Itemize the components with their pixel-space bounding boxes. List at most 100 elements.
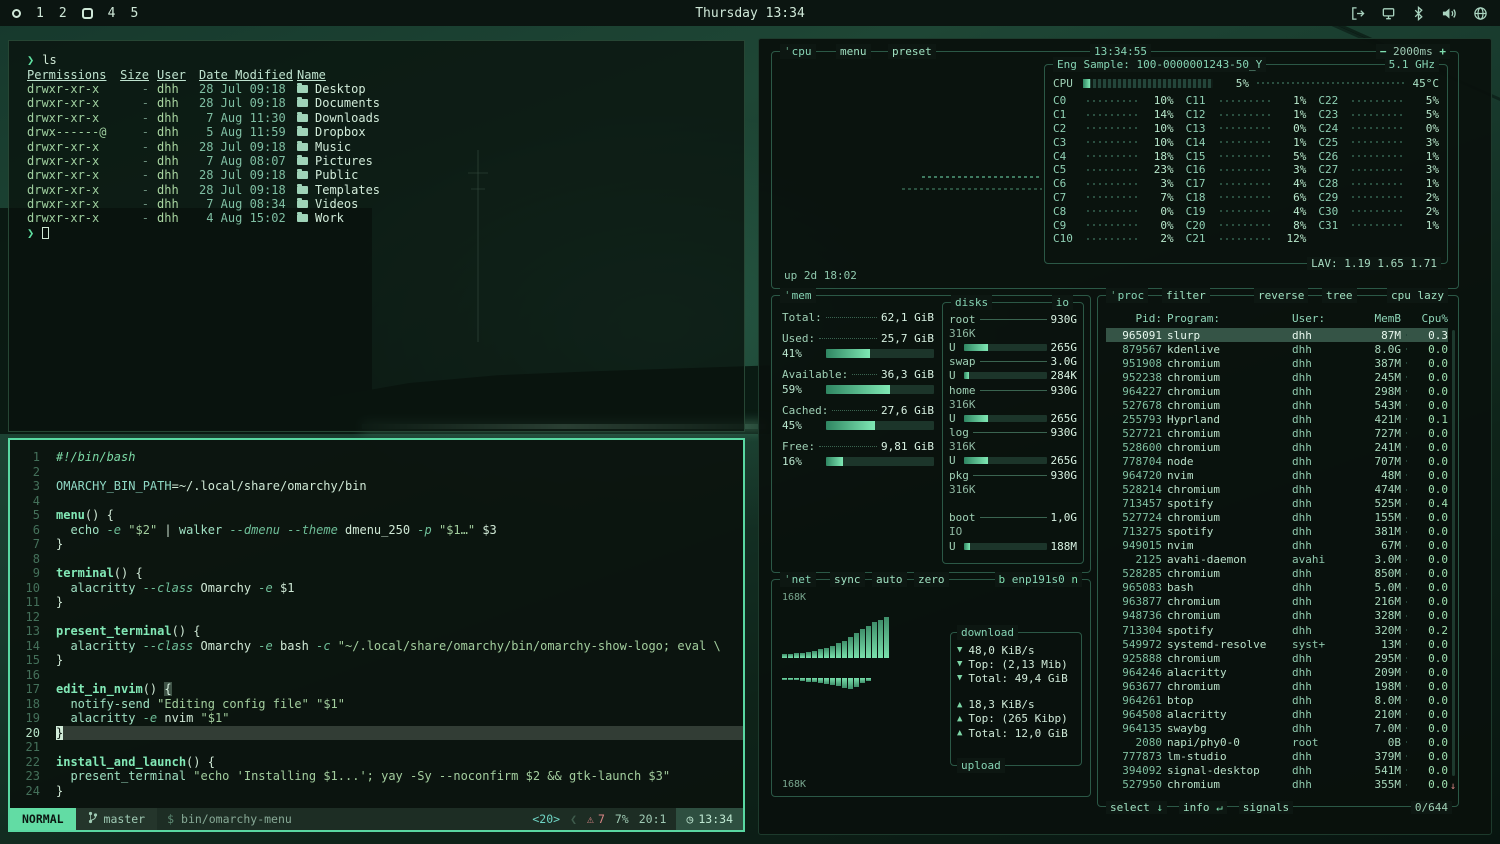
proc-box-title: 'proc [1106, 288, 1148, 303]
proc-header-program[interactable]: Program: [1167, 312, 1287, 325]
net-zero-button[interactable]: zero [914, 572, 949, 587]
net-sync-button[interactable]: sync [830, 572, 865, 587]
process-row[interactable]: 255793Hyprlanddhh421M0.1 [1106, 412, 1448, 426]
process-row[interactable]: 963677chromiumdhh198M0.0 [1106, 679, 1448, 693]
process-row[interactable]: 527724chromiumdhh155M0.0 [1106, 511, 1448, 525]
select-button[interactable]: select ↓ [1106, 801, 1167, 814]
terminal-window[interactable]: ❯ ls Permissions Size User Date Modified… [8, 40, 745, 432]
cpu-core-row: C235% [1318, 108, 1439, 122]
statusline-right: <20> ❮ ⚠ 7 7% 20:1 ◷ 13:34 [532, 808, 743, 830]
disk-row: 316K [949, 397, 1077, 411]
process-row[interactable]: 964720nvimdhh48M0.0 [1106, 468, 1448, 482]
bluetooth-icon[interactable] [1412, 6, 1425, 21]
process-row[interactable]: 713304spotifydhh320M0.2 [1106, 623, 1448, 637]
proc-filter-button[interactable]: filter [1162, 288, 1210, 303]
cpu-core-row: C155% [1186, 149, 1307, 163]
signals-button[interactable]: signals [1239, 801, 1293, 814]
proc-scrollbar[interactable] [1452, 330, 1455, 776]
proc-header-row: Pid: Program: User: MemB Cpu% [1106, 310, 1448, 326]
upload-stats: ▲18,3 KiB/s▲Top: (265 Kibp)▲Total: 12,0 … [957, 698, 1075, 741]
process-row[interactable]: 879567kdenlivedhh8.0G0.0 [1106, 342, 1448, 356]
folder-icon [297, 171, 308, 179]
editor-line: 5menu() { [10, 508, 743, 523]
disks-title[interactable]: disks [951, 295, 992, 310]
language-globe-icon[interactable] [1473, 6, 1488, 21]
terminal-cursor[interactable] [42, 227, 49, 239]
disk-row: boot1,0G [949, 511, 1077, 525]
process-row[interactable]: 549972systemd-resolvesyst+13M0.0 [1106, 637, 1448, 651]
memory-meter [826, 457, 934, 466]
proc-sort-selector[interactable]: cpu lazy [1387, 288, 1448, 303]
proc-header-pid[interactable]: Pid: [1106, 312, 1162, 325]
proc-tree-button[interactable]: tree [1322, 288, 1357, 303]
process-row[interactable]: 713457spotifydhh525M0.4 [1106, 497, 1448, 511]
proc-header-cpu[interactable]: Cpu% [1412, 312, 1448, 325]
process-row[interactable]: 964135swaybgdhh7.0M0.0 [1106, 721, 1448, 735]
workspace-4[interactable]: 4 [108, 6, 116, 21]
editor-window[interactable]: 1#!/bin/bash23OMARCHY_BIN_PATH=~/.local/… [8, 438, 745, 832]
cpu-total-meter [1083, 79, 1213, 88]
process-row[interactable]: 2080napi/phy0-0root0B0.0 [1106, 735, 1448, 749]
terminal-output: ❯ ls Permissions Size User Date Modified… [9, 41, 744, 240]
prompt-icon: ❯ [27, 53, 34, 67]
process-row[interactable]: 964246alacrittydhh209M0.0 [1106, 665, 1448, 679]
process-row[interactable]: 777873lm-studiodhh379M0.0 [1106, 749, 1448, 763]
process-row[interactable]: 964227chromiumdhh298M0.0 [1106, 384, 1448, 398]
workspace-square[interactable] [82, 8, 93, 19]
process-row[interactable]: 952238chromiumdhh245M0.0 [1106, 370, 1448, 384]
editor-buffer[interactable]: 1#!/bin/bash23OMARCHY_BIN_PATH=~/.local/… [10, 440, 743, 808]
proc-reverse-button[interactable]: reverse [1254, 288, 1308, 303]
scroll-down-icon[interactable]: ↓ [1450, 781, 1456, 792]
info-button[interactable]: info ↵ [1179, 801, 1227, 814]
cpu-core-row: C174% [1186, 177, 1307, 191]
workspace-1[interactable]: 1 [36, 6, 44, 21]
ls-row: drwxr-xr-x-dhh28 Jul 09:18Public [27, 168, 744, 182]
process-row[interactable]: 965091slurpdhh87M0.3 [1106, 328, 1448, 342]
workspace-circle[interactable] [12, 9, 21, 18]
cpu-core-row: C141% [1186, 135, 1307, 149]
ls-row: drwxr-xr-x-dhh 7 Aug 08:07Pictures [27, 154, 744, 168]
disk-row: swap3.0G [949, 355, 1077, 369]
net-auto-button[interactable]: auto [872, 572, 907, 587]
editor-line: 16 [10, 668, 743, 683]
cpu-model-label: Eng Sample: 100-0000001243-50_Y [1053, 57, 1266, 72]
process-row[interactable]: 949015nvimdhh67M0.0 [1106, 539, 1448, 553]
disk-row: 316K [949, 326, 1077, 340]
cpu-core-row: C163% [1186, 163, 1307, 177]
ls-row: drwxr-xr-x-dhh 7 Aug 11:30Downloads [27, 111, 744, 125]
process-row[interactable]: 965083bashdhh5.0M0.0 [1106, 581, 1448, 595]
disk-row: U265G [949, 411, 1077, 425]
process-row[interactable]: 925888chromiumdhh295M0.0 [1106, 651, 1448, 665]
logout-icon[interactable] [1350, 6, 1365, 21]
process-row[interactable]: 528285chromiumdhh850M0.0 [1106, 567, 1448, 581]
process-row[interactable]: 963877chromiumdhh216M0.0 [1106, 595, 1448, 609]
btop-preset-button[interactable]: preset [888, 44, 936, 59]
process-row[interactable]: 394092signal-desktopdhh541M0.0 [1106, 763, 1448, 777]
btop-menu-button[interactable]: menu [836, 44, 871, 59]
process-row[interactable]: 964261btopdhh8.0M0.0 [1106, 693, 1448, 707]
process-row[interactable]: 713275spotifydhh381M0.0 [1106, 525, 1448, 539]
net-interface-selector[interactable]: b enp191s0 n [995, 572, 1082, 587]
proc-header-user[interactable]: User: [1292, 312, 1346, 325]
terminal-command: ls [42, 53, 56, 67]
editor-line: 9terminal() { [10, 566, 743, 581]
workspace-2[interactable]: 2 [59, 6, 67, 21]
diagnostics-count: ⚠ 7 [587, 812, 605, 826]
volume-icon[interactable] [1441, 6, 1457, 21]
workspace-5[interactable]: 5 [130, 6, 138, 21]
process-row[interactable]: 951908chromiumdhh387M0.0 [1106, 356, 1448, 370]
process-row[interactable]: 948736chromiumdhh328M0.0 [1106, 609, 1448, 623]
process-row[interactable]: 964508alacrittydhh210M0.0 [1106, 707, 1448, 721]
process-row[interactable]: 528214chromiumdhh474M0.0 [1106, 483, 1448, 497]
process-row[interactable]: 528600chromiumdhh241M0.0 [1106, 440, 1448, 454]
process-row[interactable]: 527721chromiumdhh727M0.0 [1106, 426, 1448, 440]
process-row[interactable]: 527950chromiumdhh355M0.0 [1106, 778, 1448, 792]
process-row[interactable]: 527678chromiumdhh543M0.0 [1106, 398, 1448, 412]
process-row[interactable]: 778704nodedhh707M0.0 [1106, 454, 1448, 468]
folder-icon [297, 214, 308, 222]
proc-header-mem[interactable]: MemB [1351, 312, 1401, 325]
network-icon[interactable] [1381, 6, 1396, 21]
btop-window[interactable]: 'cpu menu preset 13:34:55 − 2000ms + Eng… [758, 38, 1492, 835]
process-row[interactable]: 2125avahi-daemonavahi3.0M0.0 [1106, 553, 1448, 567]
io-mode-button[interactable]: io [1052, 295, 1073, 310]
